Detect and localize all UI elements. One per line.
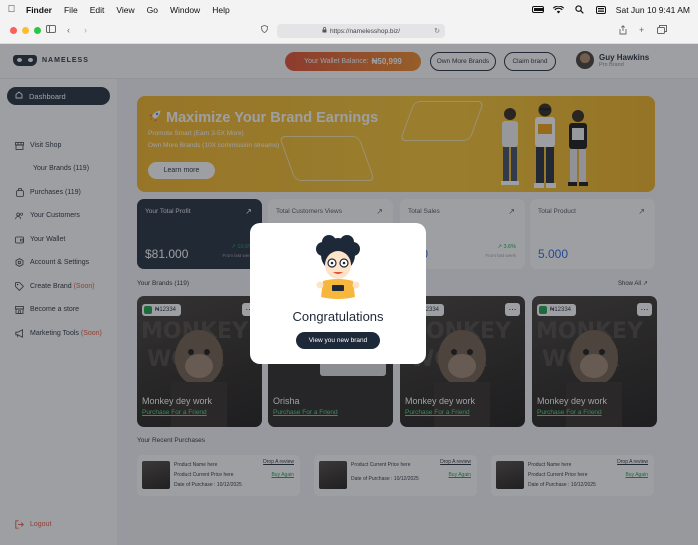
congratulations-modal: Congratulations View you new brand: [250, 223, 426, 364]
menu-edit[interactable]: Edit: [90, 5, 105, 15]
modal-title: Congratulations: [292, 309, 384, 324]
menubar-clock[interactable]: Sat Jun 10 9:41 AM: [616, 5, 690, 15]
menu-file[interactable]: File: [64, 5, 78, 15]
menu-app-name[interactable]: Finder: [26, 5, 52, 15]
apple-icon[interactable]: : [7, 4, 16, 15]
url-text: https://namelesshop.biz/: [329, 27, 401, 35]
search-icon[interactable]: [574, 5, 586, 14]
browser-toolbar: ‹ › https://namelesshop.biz/ ↻ +: [0, 19, 698, 44]
mac-menubar:  Finder File Edit View Go Window Help S…: [0, 0, 698, 19]
menu-go[interactable]: Go: [147, 5, 158, 15]
menubar-status: Sat Jun 10 9:41 AM: [531, 0, 690, 19]
shield-icon[interactable]: [261, 25, 268, 35]
minimize-window-button[interactable]: [22, 27, 29, 34]
new-tab-icon[interactable]: +: [639, 25, 644, 35]
back-icon[interactable]: ‹: [67, 25, 70, 35]
control-center-icon[interactable]: [595, 5, 607, 14]
tab-overview-icon[interactable]: [657, 25, 667, 36]
window-controls: [10, 27, 41, 34]
menu-window[interactable]: Window: [170, 5, 200, 15]
zoom-window-button[interactable]: [34, 27, 41, 34]
wifi-icon[interactable]: [553, 5, 565, 14]
battery-icon[interactable]: [531, 5, 544, 14]
reload-icon[interactable]: ↻: [434, 27, 440, 35]
close-window-button[interactable]: [10, 27, 17, 34]
lock-icon: [322, 27, 327, 35]
sidebar-toggle-icon[interactable]: [46, 25, 56, 35]
menu-help[interactable]: Help: [212, 5, 229, 15]
view-new-brand-button[interactable]: View you new brand: [296, 332, 380, 349]
address-bar[interactable]: https://namelesshop.biz/ ↻: [277, 24, 445, 38]
forward-icon[interactable]: ›: [84, 25, 87, 35]
mascot-illustration: [316, 235, 360, 299]
menu-view[interactable]: View: [116, 5, 134, 15]
share-icon[interactable]: [619, 25, 627, 37]
